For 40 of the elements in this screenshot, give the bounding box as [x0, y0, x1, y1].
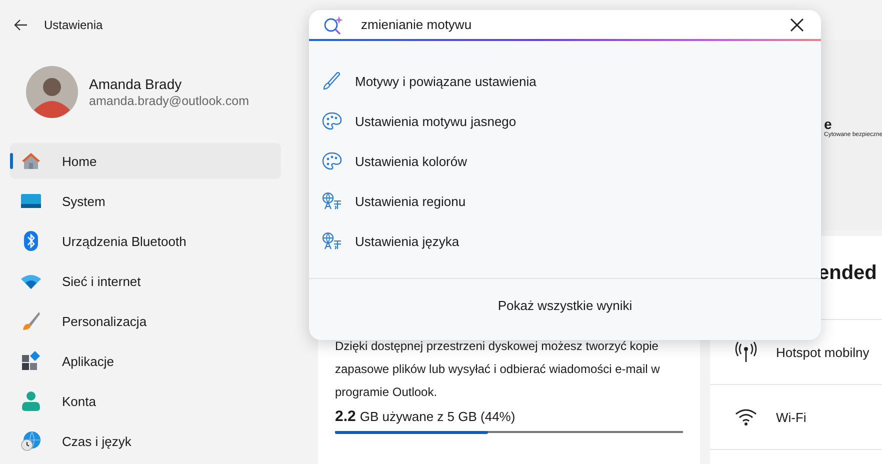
card-title: e — [824, 116, 832, 132]
sidebar-item[interactable]: Czas i język — [10, 423, 281, 459]
usage-text: GB używane z 5 GB (44%) — [360, 409, 516, 424]
monitor-icon — [21, 193, 41, 209]
wifi-icon — [21, 273, 41, 289]
avatar — [26, 66, 78, 118]
brush-icon — [21, 311, 41, 331]
antenna-icon — [735, 341, 757, 363]
apps-icon — [21, 351, 41, 371]
user-email: amanda.brady@outlook.com — [89, 94, 249, 108]
bluetooth-icon — [24, 231, 38, 251]
language-icon — [322, 192, 342, 210]
sidebar-item[interactable]: Aplikacje — [10, 343, 281, 379]
user-name: Amanda Brady — [89, 76, 183, 92]
language-icon — [322, 232, 342, 250]
search-result[interactable]: Ustawienia motywu jasnego — [309, 101, 821, 141]
show-all-link[interactable]: Pokaż wszystkie wyniki — [498, 298, 632, 313]
window-title: Ustawienia — [44, 18, 103, 32]
brush-icon — [323, 72, 341, 90]
sidebar-item[interactable]: Home — [10, 143, 281, 179]
palette-icon — [322, 112, 342, 130]
sidebar-item[interactable]: Sieć i internet — [10, 263, 281, 299]
close-icon[interactable] — [789, 16, 805, 32]
house-icon — [21, 151, 41, 171]
palette-icon — [322, 152, 342, 170]
used-amount: 2.2 — [335, 408, 356, 425]
sidebar-item[interactable]: Konta — [10, 383, 281, 419]
search-icon — [323, 14, 345, 34]
search-result[interactable]: Ustawienia regionu — [309, 181, 821, 221]
sidebar-item[interactable]: Urządzenia Bluetooth — [10, 223, 281, 259]
globe-clock-icon — [21, 431, 41, 451]
search-result[interactable]: Ustawienia kolorów — [309, 141, 821, 181]
back-icon[interactable] — [14, 19, 28, 31]
person-icon — [22, 391, 40, 411]
description-text: Dzięki dostępnej przestrzeni dyskowej możesz tworzyć kopie zapasowe plików lub wysyłać i odbierać wiadomości e-mail w programie Outlook. — [335, 338, 661, 401]
wifi-icon — [735, 408, 757, 426]
settings-row[interactable]: Wi-Fi — [710, 385, 882, 450]
sidebar-item[interactable]: Personalizacja — [10, 303, 281, 339]
search-result[interactable]: Motywy i powiązane ustawienia — [309, 61, 821, 101]
sidebar-item[interactable]: System — [10, 183, 281, 219]
